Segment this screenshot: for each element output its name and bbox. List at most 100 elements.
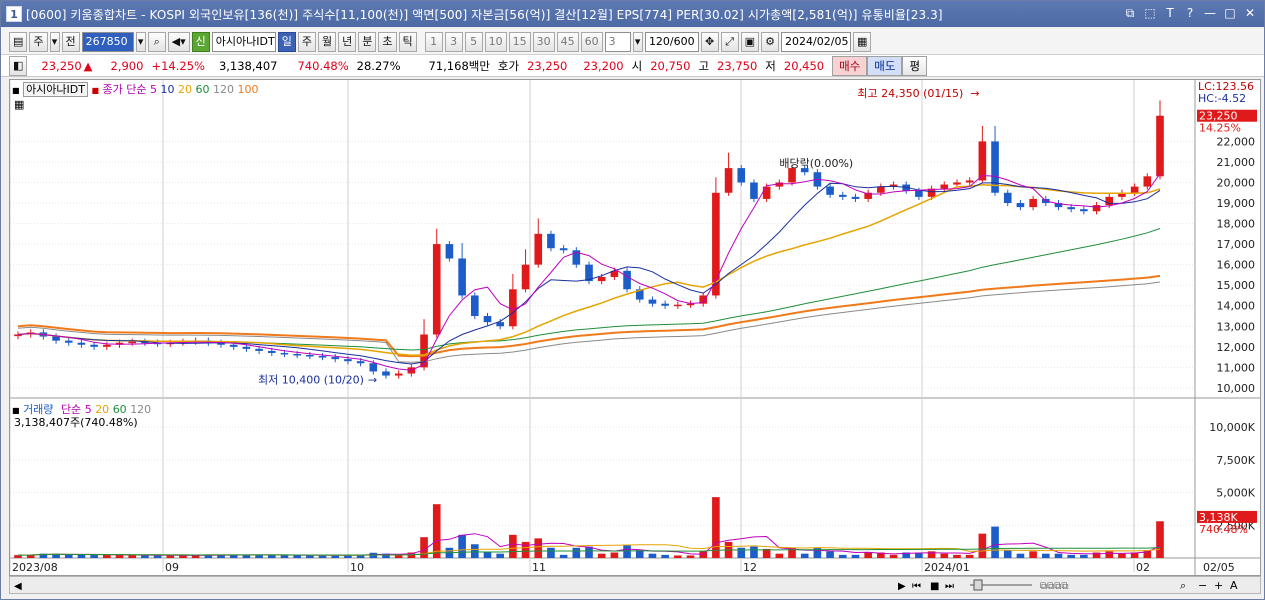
last-page-icon[interactable]: ⏭ bbox=[945, 581, 954, 592]
volume-bar bbox=[306, 555, 314, 558]
interval-15[interactable]: 15 bbox=[508, 31, 531, 52]
count-display[interactable]: 120/600 bbox=[644, 31, 699, 52]
close-button[interactable]: ✕ bbox=[1242, 5, 1258, 21]
window-title: [0600] 키움종합차트 - KOSPI 외국인보유[136(천)] 주식수[… bbox=[26, 7, 943, 22]
volume-bar bbox=[559, 554, 568, 558]
candle-body bbox=[750, 182, 758, 199]
layout-icons[interactable]: ⧉⧉⧉⧉ bbox=[1040, 581, 1069, 592]
x-tick-label: 2024/01 bbox=[924, 561, 970, 574]
tab-weekly[interactable]: 주 bbox=[297, 31, 317, 52]
price-change: 2,900 bbox=[110, 58, 144, 73]
ma-120[interactable]: 120 bbox=[213, 83, 234, 96]
scroll-left-icon[interactable]: ◀ bbox=[14, 581, 22, 592]
scroll-right-icon[interactable]: ▶ bbox=[898, 581, 906, 592]
gear-icon[interactable]: ⚙ bbox=[761, 31, 780, 52]
interval-30[interactable]: 30 bbox=[532, 31, 555, 52]
volume-bar bbox=[496, 553, 504, 558]
volume-bar bbox=[712, 497, 720, 558]
horizontal-scrollbar[interactable]: ◀ ▶ ⏮ ■ ⏭ ⧉⧉⧉⧉ ⌕ − + A bbox=[9, 576, 1261, 594]
volume-bar bbox=[838, 554, 847, 558]
auto-scale-icon[interactable]: A bbox=[1230, 579, 1238, 592]
link-window-icon[interactable]: ⧉ bbox=[1122, 5, 1138, 21]
candle-body bbox=[1080, 209, 1088, 212]
font-size-icon[interactable]: T bbox=[1162, 5, 1178, 21]
interval-select[interactable]: 3 bbox=[604, 31, 631, 52]
x-tick-label: 09 bbox=[165, 561, 179, 574]
tab-minute[interactable]: 분 bbox=[358, 31, 377, 52]
ma-60[interactable]: 60 bbox=[196, 83, 210, 96]
candle-body bbox=[242, 346, 251, 349]
candle-body bbox=[1029, 198, 1037, 208]
table-icon[interactable]: ▦ bbox=[14, 98, 24, 111]
help-icon[interactable]: ? bbox=[1182, 5, 1198, 21]
volume-bar bbox=[509, 534, 517, 558]
tab-monthly[interactable]: 월 bbox=[318, 31, 337, 52]
zoom-handle[interactable] bbox=[973, 579, 983, 591]
stock-tag[interactable]: 아시아나IDT bbox=[23, 82, 88, 97]
zoom-minus-icon[interactable]: − bbox=[1198, 579, 1207, 592]
maximize-button[interactable]: □ bbox=[1222, 5, 1238, 21]
interval-60[interactable]: 60 bbox=[580, 31, 603, 52]
prev-button[interactable]: 전 bbox=[61, 31, 80, 52]
tools-icon[interactable]: ⤢ bbox=[720, 31, 739, 52]
ma-100[interactable]: 100 bbox=[238, 83, 259, 96]
chart-settings-icon[interactable]: ▤ bbox=[9, 31, 28, 52]
buy-button[interactable]: 매수 bbox=[832, 55, 868, 76]
eval-button[interactable]: 평 bbox=[902, 55, 928, 76]
candle-body bbox=[331, 357, 340, 360]
volume-bar bbox=[864, 552, 872, 558]
stop-icon[interactable]: ■ bbox=[930, 581, 939, 592]
price-tick-label: 15,000 bbox=[1217, 279, 1256, 292]
market-type-select[interactable]: 주 bbox=[29, 31, 48, 52]
volume-bar bbox=[280, 555, 289, 558]
interval-dropdown-icon[interactable]: ▾ bbox=[632, 31, 643, 52]
open-label: 시 bbox=[631, 58, 643, 73]
restore-layout-icon[interactable]: ⬚ bbox=[1142, 5, 1158, 21]
quote-toggle-icon[interactable]: ◧ bbox=[9, 55, 28, 76]
interval-5[interactable]: 5 bbox=[464, 31, 483, 52]
tab-daily[interactable]: 일 bbox=[277, 31, 296, 52]
tab-tick[interactable]: 틱 bbox=[398, 31, 417, 52]
volume-bar bbox=[661, 554, 669, 558]
tab-yearly[interactable]: 년 bbox=[338, 31, 357, 52]
stock-code-input[interactable]: 267850 bbox=[81, 31, 134, 52]
speaker-icon[interactable]: ◀▾ bbox=[167, 31, 190, 52]
zoom-in-icon[interactable]: ⌕ bbox=[1180, 579, 1186, 592]
search-icon[interactable]: ⌕ bbox=[147, 31, 166, 52]
volume-bar bbox=[483, 552, 492, 558]
candlestick-chart[interactable]: 22,000 21,000 20,000 19,000 18,000 17,000 16,0… bbox=[9, 80, 1260, 575]
code-dropdown-icon[interactable]: ▾ bbox=[135, 31, 146, 52]
volume-bar bbox=[953, 554, 961, 558]
interval-45[interactable]: 45 bbox=[556, 31, 579, 52]
interval-10[interactable]: 10 bbox=[484, 31, 507, 52]
volume-bar bbox=[141, 555, 149, 558]
sell-button[interactable]: 매도 bbox=[867, 55, 903, 76]
interval-3[interactable]: 3 bbox=[444, 31, 463, 52]
calendar-icon[interactable]: ▦ bbox=[853, 31, 872, 52]
ma-title[interactable]: 종가 단순 bbox=[103, 83, 147, 96]
candle-body bbox=[1016, 203, 1025, 208]
zoom-plus-icon[interactable]: + bbox=[1214, 579, 1223, 592]
minimize-button[interactable]: — bbox=[1202, 5, 1218, 21]
date-input[interactable]: 2024/02/05 bbox=[781, 31, 852, 52]
candle-body bbox=[521, 264, 530, 290]
volume-pct-tag: 740.48% bbox=[1199, 523, 1248, 536]
crosshair-icon[interactable]: ✥ bbox=[700, 31, 719, 52]
interval-1[interactable]: 1 bbox=[424, 31, 443, 52]
price-tick-label: 10,000 bbox=[1217, 382, 1256, 395]
candle-body bbox=[432, 244, 441, 335]
first-page-icon[interactable]: ⏮ bbox=[912, 581, 921, 592]
volume-bar bbox=[800, 553, 809, 558]
ma-20[interactable]: 20 bbox=[178, 83, 192, 96]
volume-bar bbox=[610, 552, 619, 558]
ma-10[interactable]: 10 bbox=[161, 83, 175, 96]
volume-bar bbox=[1016, 553, 1025, 558]
volume-bar bbox=[1003, 550, 1012, 558]
tab-second[interactable]: 초 bbox=[378, 31, 397, 52]
new-listing-badge[interactable]: 신 bbox=[191, 31, 210, 52]
chevron-down-icon[interactable]: ▾ bbox=[49, 31, 60, 52]
main-toolbar: ▤ 주 ▾ 전 267850 ▾ ⌕ ◀▾ 신 아시아나IDT 일 주 월 년 … bbox=[1, 29, 1264, 55]
chart-area[interactable]: 22,000 21,000 20,000 19,000 18,000 17,000 16,0… bbox=[9, 79, 1261, 576]
ma-5[interactable]: 5 bbox=[150, 83, 157, 96]
save-icon[interactable]: ▣ bbox=[740, 31, 760, 52]
